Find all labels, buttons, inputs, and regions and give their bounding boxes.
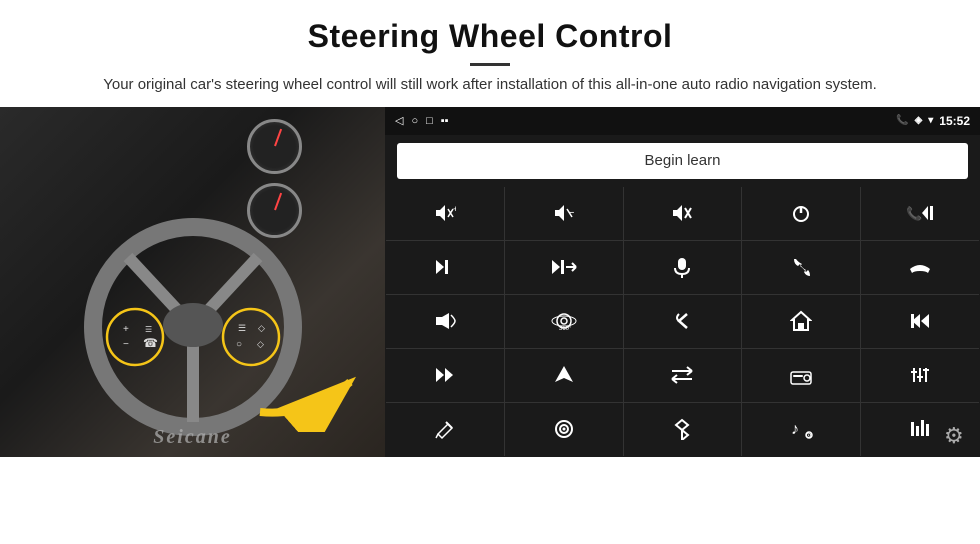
svg-text:+: + [453, 204, 456, 214]
svg-text:○: ○ [236, 339, 242, 350]
mute-btn[interactable] [624, 187, 742, 240]
clock: 15:52 [939, 114, 970, 128]
svg-text:📞: 📞 [906, 205, 923, 221]
recents-nav-icon[interactable]: □ [426, 115, 433, 127]
nav-btn[interactable] [505, 349, 623, 402]
svg-text:⚙: ⚙ [805, 431, 812, 440]
phone-prev-btn[interactable]: 📞 [861, 187, 979, 240]
svg-text:☰: ☰ [145, 325, 152, 334]
power-btn[interactable] [742, 187, 860, 240]
android-panel: ◁ ○ □ ▪▪ 📞 ◈ ▾ 15:52 Begin learn + − [385, 107, 980, 457]
record-btn[interactable] [505, 403, 623, 456]
swap-btn[interactable] [624, 349, 742, 402]
svg-text:◇: ◇ [258, 323, 265, 333]
svg-text:+: + [123, 324, 129, 335]
begin-learn-button[interactable]: Begin learn [397, 143, 968, 179]
status-bar-info: 📞 ◈ ▾ 15:52 [896, 114, 970, 128]
page-header: Steering Wheel Control Your original car… [0, 0, 980, 107]
speedometer [247, 119, 302, 174]
svg-text:♪: ♪ [791, 421, 799, 438]
edit-btn[interactable] [386, 403, 504, 456]
skip-fwd-btn[interactable] [386, 349, 504, 402]
radio-btn[interactable] [742, 349, 860, 402]
svg-text:−: − [123, 339, 129, 350]
back-nav-icon[interactable]: ◁ [395, 114, 403, 127]
title-divider [470, 63, 510, 66]
home-nav-icon[interactable]: ○ [411, 115, 418, 127]
eq-btn[interactable] [861, 349, 979, 402]
svg-text:☎: ☎ [143, 336, 158, 350]
end-call-btn[interactable] [861, 241, 979, 294]
call-btn[interactable] [742, 241, 860, 294]
next-btn[interactable] [386, 241, 504, 294]
cam-360-btn[interactable]: 360° [505, 295, 623, 348]
yellow-arrow [250, 362, 380, 432]
signal-icon: ▪▪ [441, 115, 449, 127]
content-area: + ☰ − ☎ ☰ ◇ ○ ◇ [0, 107, 980, 457]
car-image-panel: + ☰ − ☎ ☰ ◇ ○ ◇ [0, 107, 385, 457]
control-grid: + − 📞 [386, 187, 979, 456]
music-btn[interactable]: ♪⚙ [742, 403, 860, 456]
bluetooth-btn[interactable] [624, 403, 742, 456]
wifi-icon: ▾ [928, 115, 933, 126]
shuffle-btn[interactable] [505, 241, 623, 294]
svg-text:360°: 360° [559, 326, 572, 332]
status-bar: ◁ ○ □ ▪▪ 📞 ◈ ▾ 15:52 [385, 107, 980, 135]
home-btn[interactable] [742, 295, 860, 348]
begin-learn-row: Begin learn [385, 135, 980, 187]
back-btn[interactable] [624, 295, 742, 348]
page-title: Steering Wheel Control [20, 18, 960, 55]
mic-btn[interactable] [624, 241, 742, 294]
header-description: Your original car's steering wheel contr… [100, 74, 880, 97]
status-bar-nav: ◁ ○ □ ▪▪ [395, 114, 449, 127]
vol-down-btn[interactable]: − [505, 187, 623, 240]
seicane-watermark: Seicane [153, 426, 231, 449]
prev-track-btn[interactable] [861, 295, 979, 348]
horn-btn[interactable] [386, 295, 504, 348]
svg-text:−: − [568, 207, 574, 219]
vol-up-btn[interactable]: + [386, 187, 504, 240]
phone-status-icon: 📞 [896, 115, 908, 126]
svg-text:◇: ◇ [257, 339, 264, 349]
car-background: + ☰ − ☎ ☰ ◇ ○ ◇ [0, 107, 385, 457]
location-icon: ◈ [915, 115, 923, 126]
settings-gear-icon[interactable]: ⚙ [944, 423, 972, 451]
svg-text:☰: ☰ [238, 323, 246, 333]
dashboard-gauges [245, 117, 365, 197]
